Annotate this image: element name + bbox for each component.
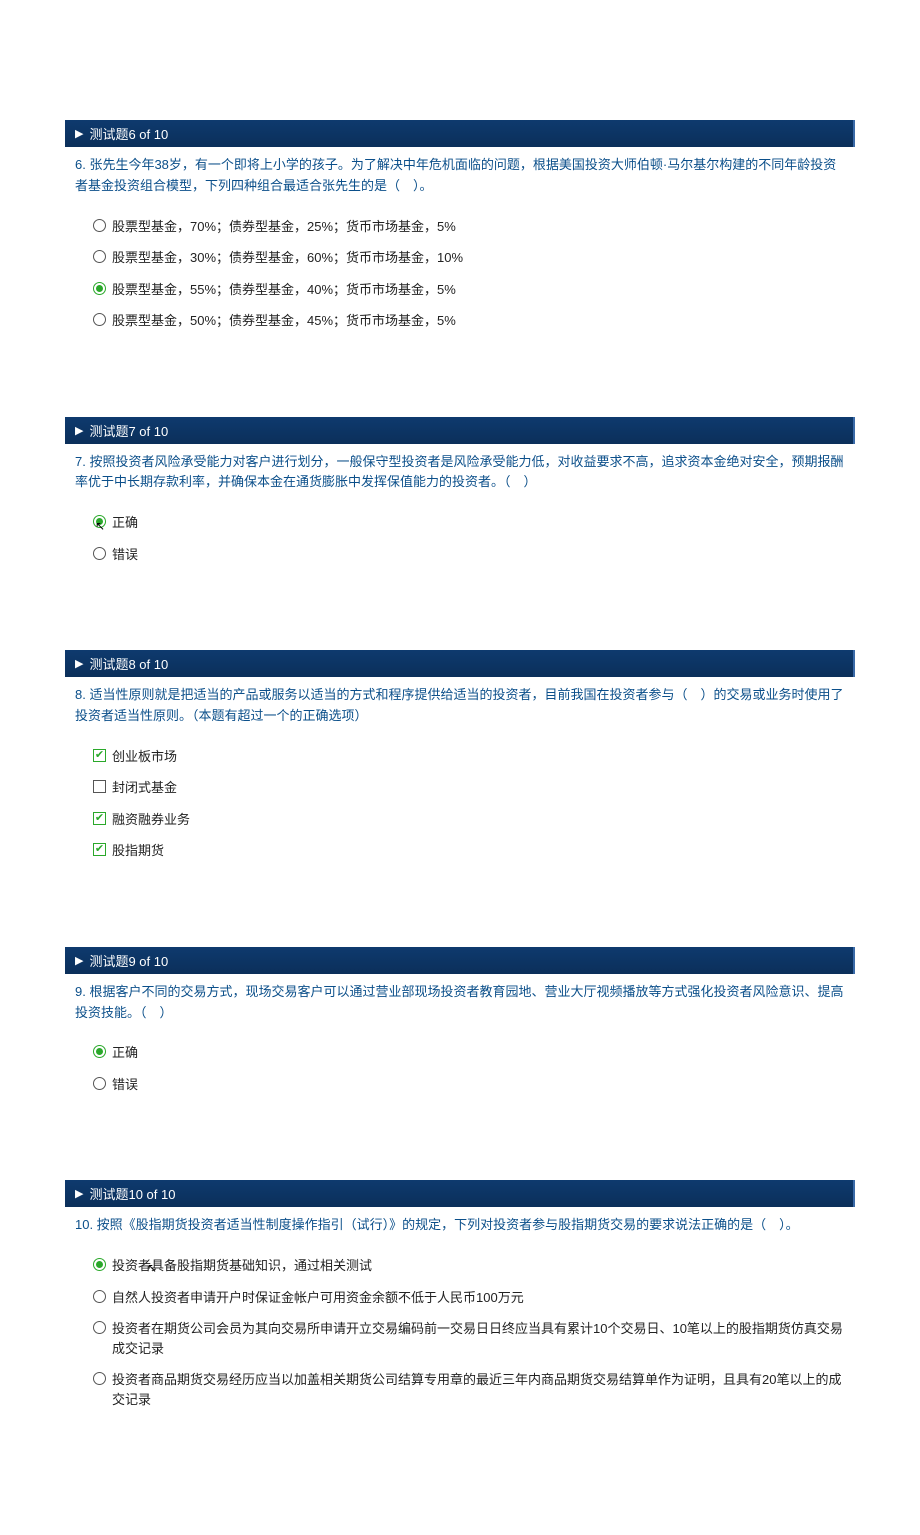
checkbox-option[interactable]: ✔ 创业板市场 — [93, 747, 845, 767]
radio-icon — [93, 1372, 106, 1385]
options-group: 投资者具备股指期货基础知识，通过相关测试 ↖ 自然人投资者申请开户时保证金帐户可… — [65, 1242, 855, 1425]
options-group: ✔ 创业板市场 封闭式基金 ✔ 融资融券业务 ✔ 股指期货 — [65, 733, 855, 877]
radio-option[interactable]: 股票型基金，55%；债券型基金，40%；货币市场基金，5% — [93, 280, 845, 300]
option-label: 投资者商品期货交易经历应当以加盖相关期货公司结算专用章的最近三年内商品期货交易结… — [112, 1370, 845, 1409]
radio-icon — [93, 219, 106, 232]
question-header: ▶ 测试题7 of 10 — [65, 417, 855, 444]
checkbox-icon — [93, 780, 106, 793]
arrow-icon: ▶ — [75, 424, 83, 437]
question-header: ▶ 测试题8 of 10 — [65, 650, 855, 677]
checkbox-icon: ✔ — [93, 843, 106, 856]
arrow-icon: ▶ — [75, 1187, 83, 1200]
radio-icon — [93, 1077, 106, 1090]
radio-option[interactable]: 正确 — [93, 1043, 845, 1063]
question-text: 10. 按照《股指期货投资者适当性制度操作指引（试行）》的规定，下列对投资者参与… — [65, 1207, 855, 1242]
question-block-6: ▶ 测试题6 of 10 6. 张先生今年38岁，有一个即将上小学的孩子。为了解… — [65, 120, 855, 347]
question-text: 7. 按照投资者风险承受能力对客户进行划分，一般保守型投资者是风险承受能力低，对… — [65, 444, 855, 500]
option-label: 错误 — [112, 545, 845, 565]
radio-icon — [93, 515, 106, 528]
option-label: 正确 — [112, 513, 845, 533]
checkbox-option[interactable]: 封闭式基金 — [93, 778, 845, 798]
options-group: 正确 错误 — [65, 1029, 855, 1110]
radio-option[interactable]: 股票型基金，70%；债券型基金，25%；货币市场基金，5% — [93, 217, 845, 237]
option-label: 封闭式基金 — [112, 778, 845, 798]
options-group: 正确 ↖ 错误 — [65, 499, 855, 580]
question-header: ▶ 测试题6 of 10 — [65, 120, 855, 147]
radio-icon — [93, 313, 106, 326]
option-label: 错误 — [112, 1075, 845, 1095]
radio-option[interactable]: 投资者具备股指期货基础知识，通过相关测试 ↖ — [93, 1256, 845, 1276]
radio-option[interactable]: 自然人投资者申请开户时保证金帐户可用资金余额不低于人民币100万元 — [93, 1288, 845, 1308]
question-block-10: ▶ 测试题10 of 10 10. 按照《股指期货投资者适当性制度操作指引（试行… — [65, 1180, 855, 1425]
options-group: 股票型基金，70%；债券型基金，25%；货币市场基金，5% 股票型基金，30%；… — [65, 203, 855, 347]
question-header-text: 测试题8 of 10 — [89, 654, 168, 673]
question-block-7: ▶ 测试题7 of 10 7. 按照投资者风险承受能力对客户进行划分，一般保守型… — [65, 417, 855, 581]
radio-icon — [93, 1321, 106, 1334]
radio-option[interactable]: 正确 ↖ — [93, 513, 845, 533]
radio-icon — [93, 1258, 106, 1271]
radio-option[interactable]: 投资者商品期货交易经历应当以加盖相关期货公司结算专用章的最近三年内商品期货交易结… — [93, 1370, 845, 1409]
radio-option[interactable]: 投资者在期货公司会员为其向交易所申请开立交易编码前一交易日日终应当具有累计10个… — [93, 1319, 845, 1358]
option-label: 融资融券业务 — [112, 810, 845, 830]
radio-option[interactable]: 股票型基金，50%；债券型基金，45%；货币市场基金，5% — [93, 311, 845, 331]
radio-icon — [93, 282, 106, 295]
option-label: 股票型基金，30%；债券型基金，60%；货币市场基金，10% — [112, 248, 845, 268]
option-label: 投资者具备股指期货基础知识，通过相关测试 — [112, 1256, 845, 1276]
radio-icon — [93, 1290, 106, 1303]
question-header-text: 测试题10 of 10 — [89, 1184, 175, 1203]
option-label: 正确 — [112, 1043, 845, 1063]
radio-icon — [93, 547, 106, 560]
question-text: 8. 适当性原则就是把适当的产品或服务以适当的方式和程序提供给适当的投资者，目前… — [65, 677, 855, 733]
option-label: 股票型基金，55%；债券型基金，40%；货币市场基金，5% — [112, 280, 845, 300]
radio-option[interactable]: 错误 — [93, 545, 845, 565]
question-header: ▶ 测试题9 of 10 — [65, 947, 855, 974]
option-label: 股票型基金，70%；债券型基金，25%；货币市场基金，5% — [112, 217, 845, 237]
question-text: 6. 张先生今年38岁，有一个即将上小学的孩子。为了解决中年危机面临的问题，根据… — [65, 147, 855, 203]
question-block-8: ▶ 测试题8 of 10 8. 适当性原则就是把适当的产品或服务以适当的方式和程… — [65, 650, 855, 877]
option-label: 股指期货 — [112, 841, 845, 861]
arrow-icon: ▶ — [75, 657, 83, 670]
radio-icon — [93, 1045, 106, 1058]
question-header-text: 测试题9 of 10 — [89, 951, 168, 970]
question-text: 9. 根据客户不同的交易方式，现场交易客户可以通过营业部现场投资者教育园地、营业… — [65, 974, 855, 1030]
checkbox-option[interactable]: ✔ 融资融券业务 — [93, 810, 845, 830]
arrow-icon: ▶ — [75, 954, 83, 967]
question-header-text: 测试题7 of 10 — [89, 421, 168, 440]
question-header-text: 测试题6 of 10 — [89, 124, 168, 143]
checkbox-option[interactable]: ✔ 股指期货 — [93, 841, 845, 861]
quiz-page: ▶ 测试题6 of 10 6. 张先生今年38岁，有一个即将上小学的孩子。为了解… — [0, 120, 920, 1535]
radio-icon — [93, 250, 106, 263]
option-label: 自然人投资者申请开户时保证金帐户可用资金余额不低于人民币100万元 — [112, 1288, 845, 1308]
question-header: ▶ 测试题10 of 10 — [65, 1180, 855, 1207]
radio-option[interactable]: 股票型基金，30%；债券型基金，60%；货币市场基金，10% — [93, 248, 845, 268]
option-label: 投资者在期货公司会员为其向交易所申请开立交易编码前一交易日日终应当具有累计10个… — [112, 1319, 845, 1358]
checkbox-icon: ✔ — [93, 749, 106, 762]
radio-option[interactable]: 错误 — [93, 1075, 845, 1095]
option-label: 股票型基金，50%；债券型基金，45%；货币市场基金，5% — [112, 311, 845, 331]
checkbox-icon: ✔ — [93, 812, 106, 825]
option-label: 创业板市场 — [112, 747, 845, 767]
question-block-9: ▶ 测试题9 of 10 9. 根据客户不同的交易方式，现场交易客户可以通过营业… — [65, 947, 855, 1111]
arrow-icon: ▶ — [75, 127, 83, 140]
